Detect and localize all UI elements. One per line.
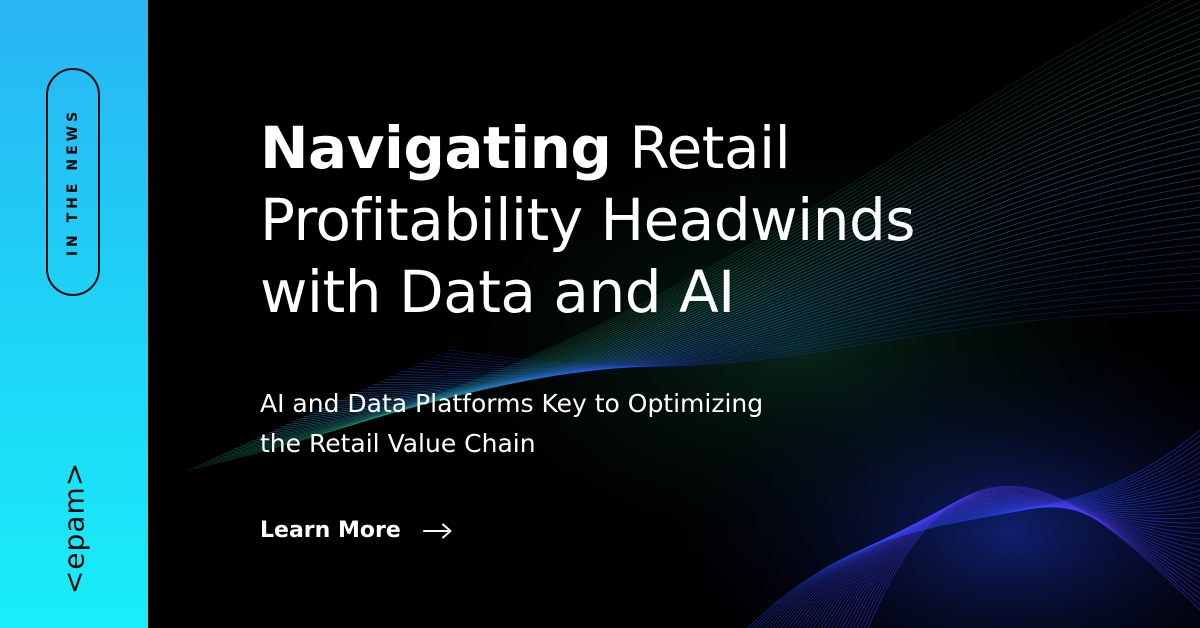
news-banner: IN THE NEWS <epam> Navigating Retail Pro… <box>0 0 1200 628</box>
arrow-right-icon <box>422 523 453 539</box>
learn-more-label: Learn More <box>260 518 401 543</box>
side-strip: IN THE NEWS <epam> <box>0 0 148 628</box>
epam-logo: <epam> <box>57 461 91 595</box>
badge-label: IN THE NEWS <box>65 107 81 257</box>
content-block: Navigating Retail Profitability Headwind… <box>260 112 1020 458</box>
in-the-news-badge: IN THE NEWS <box>46 68 100 296</box>
learn-more-link[interactable]: Learn More <box>260 518 453 543</box>
headline: Navigating Retail Profitability Headwind… <box>260 112 1020 328</box>
headline-strong: Navigating <box>260 114 612 182</box>
subheadline: AI and Data Platforms Key to Optimizing … <box>260 389 764 458</box>
